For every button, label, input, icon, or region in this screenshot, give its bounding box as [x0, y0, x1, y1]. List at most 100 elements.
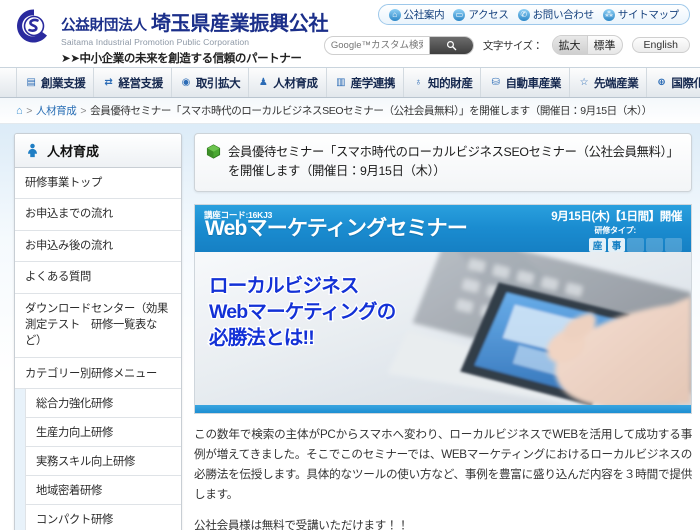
sidebar-category-heading: カテゴリー別研修メニュー: [15, 358, 181, 389]
search-button[interactable]: [428, 36, 473, 54]
fontsize-large-button[interactable]: 拡大: [552, 36, 588, 54]
green-cube-icon: [206, 144, 221, 159]
phone-icon: ✆: [517, 8, 530, 21]
search-icon: [446, 40, 457, 50]
circle-arrow-icon: ◉: [181, 77, 191, 88]
sidebar-heading: 人材育成: [15, 134, 181, 168]
util-nav-item-sitemap[interactable]: ⁂ サイトマップ: [602, 7, 680, 22]
breadcrumb-separator: >: [80, 104, 87, 117]
nav-item-label: 創業支援: [41, 77, 86, 90]
handshake-icon: ⇄: [104, 77, 113, 88]
person-icon: ♟: [258, 77, 268, 88]
training-type-block: 研修タイプ: 座 事: [589, 225, 682, 253]
breadcrumb-item-human-resources[interactable]: 人材育成: [36, 103, 77, 118]
book-icon: ▤: [26, 77, 36, 88]
logo-prefix: 公益財団法人: [61, 18, 147, 34]
breadcrumb-separator: >: [26, 104, 32, 117]
sidebar-heading-label: 人材育成: [47, 144, 100, 159]
nav-item-industry-academia[interactable]: ▥ 産学連携: [325, 68, 403, 97]
banner-title: Webマーケティングセミナー: [205, 217, 468, 241]
page-body: 人材育成 研修事業トップ お申込までの流れ お申込み後の流れ よくある質問 ダウ…: [0, 124, 700, 530]
fontsize-normal-button[interactable]: 標準: [588, 36, 622, 54]
training-type-badge: 座: [589, 238, 606, 253]
training-type-badge: [665, 238, 682, 253]
nav-item-internationalization[interactable]: ⊕ 国際化: [646, 68, 700, 97]
building-icon: ⌂: [388, 8, 401, 21]
nav-item-startup-support[interactable]: ▤ 創業支援: [16, 68, 93, 97]
util-nav-item-company[interactable]: ⌂ 公社案内: [388, 7, 445, 22]
sidebar-item-download-center[interactable]: ダウンロードセンター（効果測定テスト 研修一覧表など）: [15, 294, 181, 358]
nav-item-trade-expansion[interactable]: ◉ 取引拡大: [170, 68, 248, 97]
util-nav-label: お問い合わせ: [532, 9, 595, 21]
car-icon: ⛁: [491, 77, 500, 88]
logo-tagline: ➤➤中小企業の未来を創造する信頼のパートナー: [61, 53, 302, 65]
util-nav-label: 公社案内: [403, 9, 445, 21]
fontsize-group: 拡大 標準: [551, 35, 623, 55]
training-type-badge: [646, 238, 663, 253]
page-title: 会員優待セミナー「スマホ時代のローカルビジネスSEOセミナー（公社会員無料）」を…: [228, 145, 679, 179]
seminar-banner: 講座コード:16KJ3 Webマーケティングセミナー 9月15日(木)【1日間】…: [194, 204, 692, 415]
banner-headline: ローカルビジネス Webマーケティングの 必勝法とは!!: [208, 274, 398, 350]
nav-item-label: 自動車産業: [505, 77, 561, 90]
search-box[interactable]: [323, 35, 474, 55]
fontsize-label: 文字サイズ：: [482, 39, 543, 52]
nav-item-label: 産学連携: [350, 77, 396, 90]
nav-item-intellectual-property[interactable]: ♁ 知的財産: [403, 68, 480, 97]
search-input[interactable]: [324, 36, 429, 54]
sidebar-item-after-application[interactable]: お申込み後の流れ: [15, 231, 181, 263]
sidebar-subitem-list: 総合力強化研修 生産力向上研修 実務スキル向上研修 地域密着研修 コンパクト研修…: [15, 388, 181, 530]
sidebar-subitem-productivity[interactable]: 生産力向上研修: [25, 417, 181, 447]
globe-icon: ⊕: [657, 77, 666, 88]
banner-photo: ローカルビジネス Webマーケティングの 必勝法とは!!: [195, 252, 691, 408]
sidebar-item-faq[interactable]: よくある質問: [15, 262, 181, 294]
nav-item-label: 人材育成: [273, 77, 318, 90]
sidebar-item-before-application[interactable]: お申込までの流れ: [15, 199, 181, 231]
training-type-badge: 事: [608, 238, 625, 253]
nav-item-human-resources[interactable]: ♟ 人材育成: [248, 68, 325, 97]
site-logo[interactable]: 公益財団法人 埼玉県産業振興公社 Saitama Industrial Prom…: [14, 4, 328, 66]
main-content: 会員優待セミナー「スマホ時代のローカルビジネスSEOセミナー（公社会員無料）」を…: [182, 133, 700, 530]
nav-item-label: 国際化: [671, 77, 700, 90]
breadcrumb-current: 会員優待セミナー「スマホ時代のローカルビジネスSEOセミナー（公社会員無料）」を…: [90, 105, 652, 117]
util-nav-label: アクセス: [468, 9, 509, 21]
sidebar: 人材育成 研修事業トップ お申込までの流れ お申込み後の流れ よくある質問 ダウ…: [14, 133, 182, 530]
nav-item-label: 知的財産: [428, 77, 473, 90]
member-free-note: 公社会員様は無料で受講いただけます！！: [194, 518, 409, 530]
logo-name: 埼玉県産業振興公社: [150, 13, 329, 35]
banner-date: 9月15日(木)【1日間】開催: [551, 211, 682, 224]
person-icon: [28, 143, 37, 158]
utility-nav: ⌂ 公社案内 ▭ アクセス ✆ お問い合わせ ⁂ サイトマップ: [377, 4, 690, 25]
map-icon: ▭: [453, 8, 466, 21]
sidebar-item-training-top[interactable]: 研修事業トップ: [15, 168, 181, 200]
training-type-badges: 座 事: [589, 238, 682, 253]
star-icon: ☆: [579, 77, 589, 88]
lightbulb-icon: ♁: [414, 77, 422, 88]
english-button[interactable]: English: [631, 37, 690, 53]
util-nav-item-access[interactable]: ▭ アクセス: [453, 7, 509, 22]
sidebar-subitem-comprehensive[interactable]: 総合力強化研修: [25, 388, 181, 418]
banner-bottom-bar: [195, 405, 691, 414]
site-header: 公益財団法人 埼玉県産業振興公社 Saitama Industrial Prom…: [0, 0, 700, 68]
banner-header: 講座コード:16KJ3 Webマーケティングセミナー 9月15日(木)【1日間】…: [195, 205, 691, 253]
nav-item-automotive-industry[interactable]: ⛁ 自動車産業: [480, 68, 569, 97]
nav-item-label: 先端産業: [593, 77, 639, 90]
seminar-description: この数年で検索の主体がPCからスマホへ変わり、ローカルビジネスでWEBを活用して…: [194, 428, 692, 501]
breadcrumb: ⌂ > 人材育成 > 会員優待セミナー「スマホ時代のローカルビジネスSEOセミナ…: [0, 98, 700, 124]
main-navigation: ▤ 創業支援 ⇄ 経営支援 ◉ 取引拡大 ♟ 人材育成 ▥ 産学連携 ♁ 知的財…: [0, 68, 700, 98]
sidebar-subitem-community[interactable]: 地域密着研修: [25, 475, 181, 505]
sitemap-icon: ⁂: [602, 8, 615, 21]
logo-english-name: Saitama Industrial Promotion Public Corp…: [61, 37, 250, 47]
nav-item-management-support[interactable]: ⇄ 経営支援: [93, 68, 170, 97]
sidebar-subitem-compact[interactable]: コンパクト研修: [25, 504, 181, 530]
training-type-label: 研修タイプ:: [594, 226, 637, 236]
nav-item-label: 経営支援: [118, 77, 163, 90]
nav-item-label: 取引拡大: [195, 77, 241, 90]
nav-item-advanced-industry[interactable]: ☆ 先端産業: [568, 68, 646, 97]
util-nav-label: サイトマップ: [617, 9, 680, 21]
corporation-logo-icon: [17, 9, 47, 43]
sidebar-subitem-practical-skills[interactable]: 実務スキル向上研修: [25, 446, 181, 476]
util-nav-item-contact[interactable]: ✆ お問い合わせ: [517, 7, 595, 22]
page-title-box: 会員優待セミナー「スマホ時代のローカルビジネスSEOセミナー（公社会員無料）」を…: [194, 133, 692, 193]
home-icon[interactable]: ⌂: [16, 105, 23, 117]
books-icon: ▥: [336, 77, 346, 88]
